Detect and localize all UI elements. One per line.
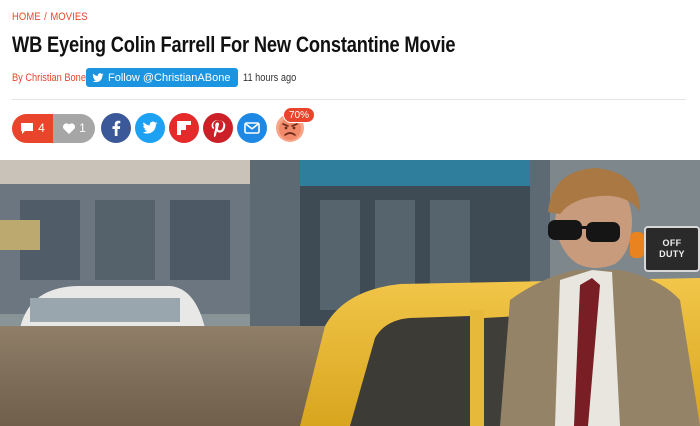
flipboard-icon bbox=[177, 121, 191, 135]
pinterest-share-button[interactable] bbox=[203, 113, 233, 143]
breadcrumb: HOME / MOVIES bbox=[12, 11, 88, 23]
heart-icon bbox=[63, 122, 76, 134]
comment-icon bbox=[21, 122, 34, 134]
flipboard-share-button[interactable] bbox=[169, 113, 199, 143]
twitter-follow-button[interactable]: Follow @ChristianABone bbox=[86, 68, 238, 87]
divider bbox=[12, 99, 686, 100]
byline: By Christian Bone Follow @ChristianABone… bbox=[12, 68, 306, 87]
email-icon bbox=[244, 122, 260, 134]
twitter-bird-icon bbox=[92, 72, 104, 82]
off-duty-sign: OFF DUTY bbox=[644, 226, 700, 272]
twitter-icon bbox=[142, 121, 158, 134]
share-bar: 4 1 70% bbox=[12, 107, 316, 143]
facebook-icon bbox=[112, 120, 121, 136]
reaction-percent-badge: 70% bbox=[283, 107, 316, 123]
follow-label: Follow @ChristianABone bbox=[108, 71, 231, 84]
facebook-share-button[interactable] bbox=[101, 113, 131, 143]
off-duty-line2: DUTY bbox=[659, 249, 685, 259]
likes-button[interactable]: 1 bbox=[53, 113, 95, 143]
twitter-share-button[interactable] bbox=[135, 113, 165, 143]
hero-photo bbox=[0, 160, 700, 426]
likes-count: 1 bbox=[79, 121, 86, 135]
hero-image: OFF DUTY bbox=[0, 160, 700, 426]
email-share-button[interactable] bbox=[237, 113, 267, 143]
timestamp: 11 hours ago bbox=[243, 71, 297, 84]
pinterest-icon bbox=[211, 120, 226, 137]
author-link[interactable]: By Christian Bone bbox=[12, 72, 86, 84]
breadcrumb-movies-link[interactable]: MOVIES bbox=[50, 11, 87, 23]
comments-button[interactable]: 4 bbox=[12, 113, 53, 143]
breadcrumb-separator: / bbox=[44, 11, 47, 23]
off-duty-line1: OFF bbox=[662, 238, 682, 248]
breadcrumb-home-link[interactable]: HOME bbox=[12, 11, 41, 23]
article-title: WB Eyeing Colin Farrell For New Constant… bbox=[12, 32, 456, 57]
comments-count: 4 bbox=[38, 121, 45, 135]
